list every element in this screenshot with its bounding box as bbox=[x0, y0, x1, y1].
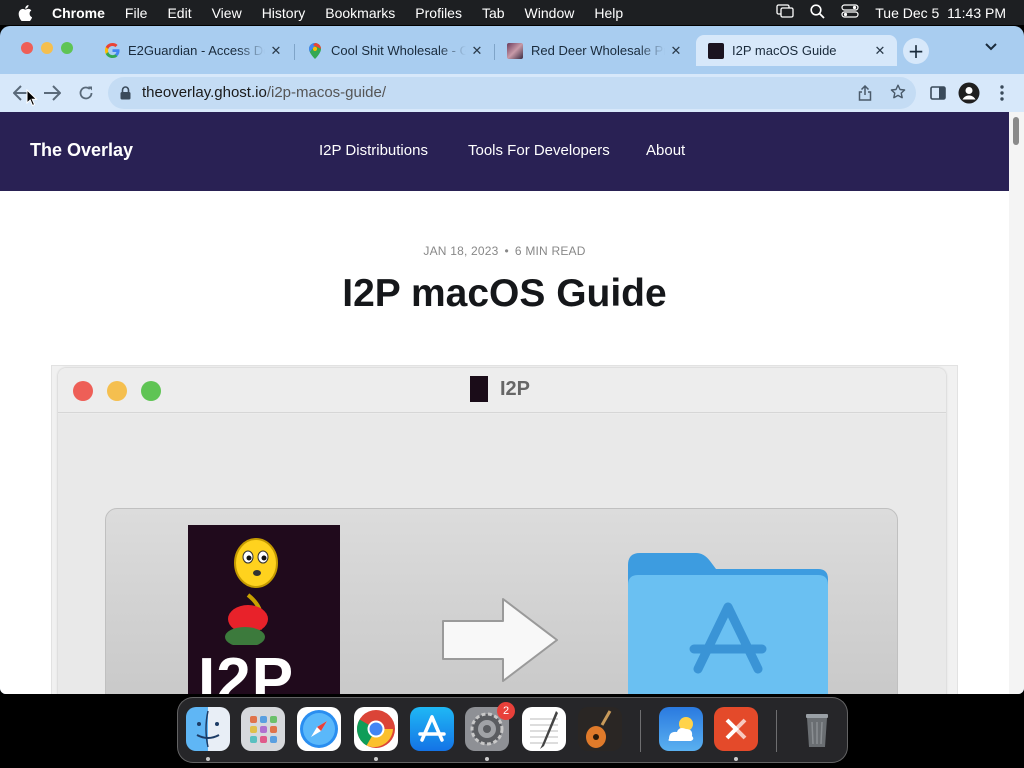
dock-separator bbox=[776, 710, 777, 752]
tab-i2p-macos-guide[interactable]: I2P macOS Guide ✕ bbox=[696, 35, 897, 66]
i2p-small-icon bbox=[470, 376, 488, 402]
menu-tab[interactable]: Tab bbox=[482, 5, 505, 21]
running-indicator bbox=[374, 757, 378, 761]
window-zoom-button[interactable] bbox=[61, 42, 73, 54]
dock-textedit-icon[interactable] bbox=[522, 707, 566, 751]
tab-strip: E2Guardian - Access Denied ✕ Cool Shit W… bbox=[0, 26, 1024, 74]
tab-title: Cool Shit Wholesale - Google Maps bbox=[331, 43, 466, 58]
screenshot-close-dot bbox=[73, 381, 93, 401]
installer-window-title: I2P bbox=[500, 378, 531, 400]
menu-edit[interactable]: Edit bbox=[167, 5, 191, 21]
tab-title: I2P macOS Guide bbox=[732, 43, 837, 58]
more-options-icon[interactable] bbox=[991, 82, 1013, 104]
article-date: JAN 18, 2023 bbox=[423, 244, 499, 258]
installer-body: I2P bbox=[58, 414, 946, 694]
web-page: The Overlay I2P Distributions Tools For … bbox=[0, 112, 1009, 694]
nav-about[interactable]: About bbox=[646, 142, 685, 159]
profile-avatar-icon[interactable] bbox=[958, 82, 980, 104]
dock-trash-icon[interactable] bbox=[795, 707, 839, 751]
window-close-button[interactable] bbox=[21, 42, 33, 54]
screenshot-zoom-dot bbox=[141, 381, 161, 401]
mouse-cursor-icon bbox=[26, 89, 38, 107]
menu-history[interactable]: History bbox=[262, 5, 306, 21]
menu-window[interactable]: Window bbox=[525, 5, 575, 21]
site-favicon bbox=[708, 42, 724, 59]
scrollbar-thumb[interactable] bbox=[1013, 117, 1019, 145]
spotlight-search-icon[interactable] bbox=[810, 3, 825, 22]
nav-i2p-distributions[interactable]: I2P Distributions bbox=[319, 142, 428, 159]
tab-title: E2Guardian - Access Denied bbox=[128, 43, 265, 58]
dock-chrome-icon[interactable] bbox=[354, 707, 398, 751]
forward-arrow-icon[interactable] bbox=[41, 82, 63, 104]
menu-view[interactable]: View bbox=[212, 5, 242, 21]
side-panel-icon[interactable] bbox=[927, 82, 949, 104]
article-title: I2P macOS Guide bbox=[342, 272, 667, 315]
control-center-icon[interactable] bbox=[841, 4, 859, 21]
tab-close-icon[interactable]: ✕ bbox=[466, 43, 488, 59]
installer-titlebar: I2P bbox=[58, 368, 946, 413]
installer-window-screenshot: I2P I2P bbox=[58, 368, 946, 694]
article-meta: JAN 18, 2023 • 6 MIN READ bbox=[0, 244, 1009, 258]
macos-menubar: Chrome File Edit View History Bookmarks … bbox=[0, 0, 1024, 25]
tab-close-icon[interactable]: ✕ bbox=[665, 43, 687, 59]
tab-e2guardian[interactable]: E2Guardian - Access Denied ✕ bbox=[92, 35, 293, 66]
article-read-time: 6 MIN READ bbox=[514, 244, 586, 258]
menu-profiles[interactable]: Profiles bbox=[415, 5, 462, 21]
apple-menu-icon[interactable] bbox=[18, 4, 32, 21]
running-indicator bbox=[734, 757, 738, 761]
menu-file[interactable]: File bbox=[125, 5, 148, 21]
browser-window: E2Guardian - Access Denied ✕ Cool Shit W… bbox=[0, 26, 1024, 694]
lock-icon[interactable] bbox=[120, 85, 131, 104]
tab-search-chevron-icon[interactable] bbox=[985, 40, 997, 54]
i2p-icon-text: I2P bbox=[198, 646, 295, 694]
dock-remote-desktop-icon[interactable] bbox=[714, 707, 758, 751]
bookmark-star-icon[interactable] bbox=[890, 84, 906, 104]
site-favicon bbox=[507, 42, 523, 59]
url-text: theoverlay.ghost.io/i2p-macos-guide/ bbox=[142, 84, 386, 101]
reload-icon[interactable] bbox=[75, 82, 97, 104]
menubar-clock[interactable]: Tue Dec 5 11:43 PM bbox=[875, 5, 1006, 21]
address-bar[interactable]: theoverlay.ghost.io/i2p-macos-guide/ bbox=[108, 77, 916, 109]
url-domain: theoverlay.ghost.io bbox=[142, 84, 267, 101]
drag-install-panel: I2P bbox=[105, 508, 898, 694]
google-icon bbox=[104, 43, 120, 59]
dock-finder-icon[interactable] bbox=[186, 707, 230, 751]
menu-app-name[interactable]: Chrome bbox=[52, 5, 105, 21]
share-icon[interactable] bbox=[858, 84, 872, 105]
settings-notification-badge: 2 bbox=[497, 702, 515, 720]
running-indicator bbox=[206, 757, 210, 761]
site-header: The Overlay I2P Distributions Tools For … bbox=[0, 112, 1009, 191]
site-logo[interactable]: The Overlay bbox=[30, 140, 133, 161]
url-path: /i2p-macos-guide/ bbox=[266, 84, 387, 101]
drag-arrow-icon bbox=[442, 598, 558, 682]
dock-separator bbox=[640, 710, 641, 752]
applications-folder-icon bbox=[628, 553, 828, 694]
tab-red-deer-wholesale[interactable]: Red Deer Wholesale Products ✕ bbox=[495, 35, 693, 66]
maps-pin-icon bbox=[307, 42, 323, 59]
browser-toolbar: theoverlay.ghost.io/i2p-macos-guide/ bbox=[0, 74, 1024, 112]
page-scrollbar[interactable] bbox=[1009, 112, 1024, 694]
meta-separator: • bbox=[504, 244, 509, 258]
menu-help[interactable]: Help bbox=[594, 5, 623, 21]
i2p-app-icon: I2P bbox=[188, 525, 340, 694]
tab-close-icon[interactable]: ✕ bbox=[265, 43, 287, 59]
dock-safari-icon[interactable] bbox=[297, 707, 341, 751]
tab-cool-shit-wholesale[interactable]: Cool Shit Wholesale - Google Maps ✕ bbox=[295, 35, 494, 66]
window-minimize-button[interactable] bbox=[41, 42, 53, 54]
tab-title: Red Deer Wholesale Products bbox=[531, 43, 665, 58]
tab-close-icon[interactable]: ✕ bbox=[869, 43, 891, 59]
new-tab-button[interactable]: + bbox=[903, 38, 929, 64]
running-indicator bbox=[485, 757, 489, 761]
dock-launchpad-icon[interactable] bbox=[241, 707, 285, 751]
dock-weather-icon[interactable] bbox=[659, 707, 703, 751]
nav-tools-for-developers[interactable]: Tools For Developers bbox=[468, 142, 610, 159]
screenshot-minimize-dot bbox=[107, 381, 127, 401]
dock-app-store-icon[interactable] bbox=[410, 707, 454, 751]
menu-bookmarks[interactable]: Bookmarks bbox=[325, 5, 395, 21]
screen-mirroring-icon[interactable] bbox=[776, 4, 794, 21]
feature-image: I2P I2P bbox=[51, 365, 958, 694]
dock-garageband-icon[interactable] bbox=[578, 707, 622, 751]
